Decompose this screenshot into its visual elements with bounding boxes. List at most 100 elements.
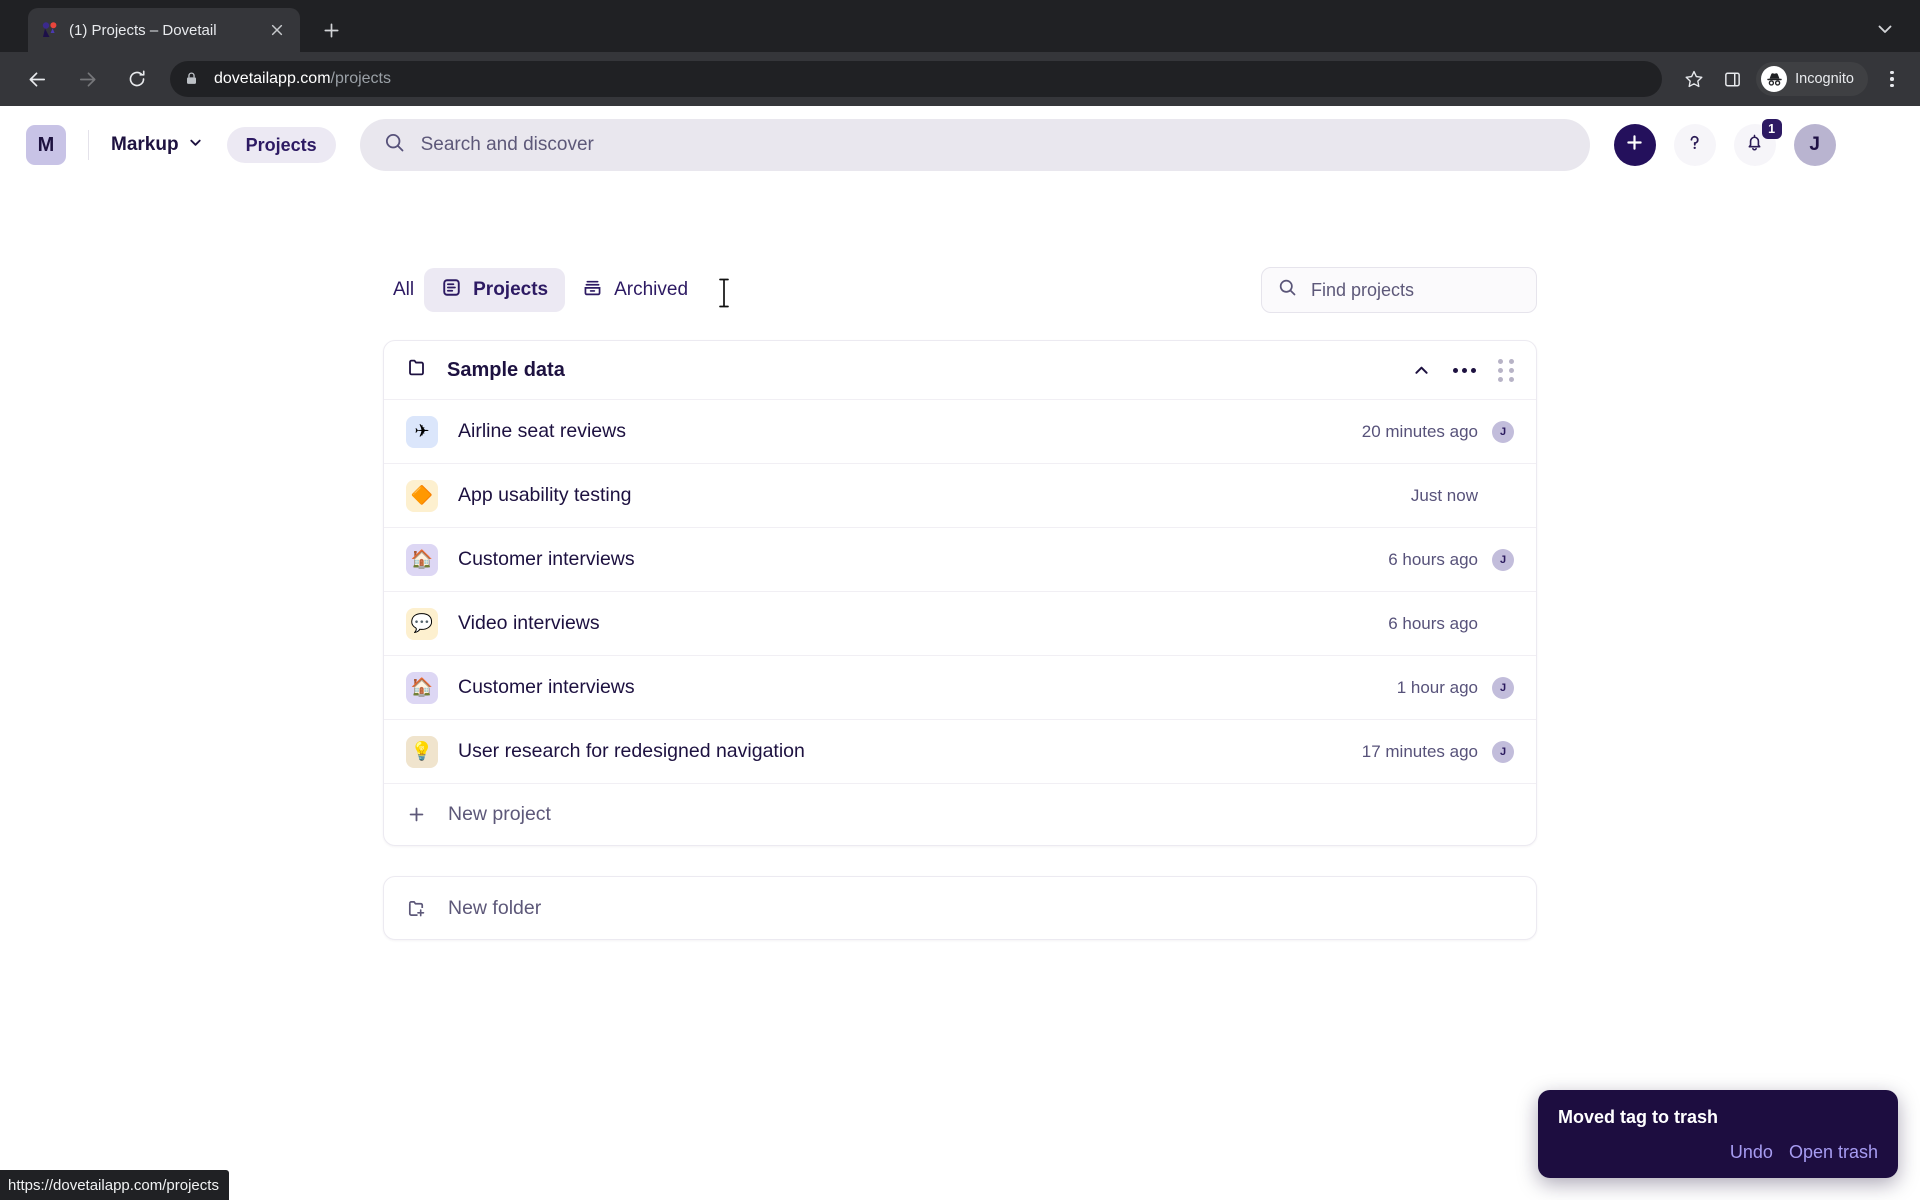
project-timestamp: 6 hours ago [1388,549,1478,569]
back-button[interactable] [20,62,54,96]
folder-plus-icon [406,898,428,919]
app-header: M Markup Projects Search and discover 1 … [0,106,1920,184]
side-panel-icon[interactable] [1716,63,1748,95]
page-viewport: M Markup Projects Search and discover 1 … [0,106,1920,1200]
create-button[interactable] [1613,124,1656,166]
tab-projects[interactable]: Projects [424,268,566,312]
project-name: Video interviews [458,612,600,634]
project-emoji-icon: ✈ [406,415,438,448]
project-list-icon [441,277,462,304]
project-name: App usability testing [458,484,632,506]
plus-icon [406,804,428,825]
header-divider [88,130,89,160]
new-project-button[interactable]: New project [384,783,1536,845]
toast-actions: Undo Open trash [1558,1142,1878,1163]
address-bar[interactable]: dovetailapp.com/projects [170,61,1663,97]
drag-grip-icon[interactable] [1498,358,1514,382]
archive-icon [582,277,603,304]
help-button[interactable] [1673,124,1716,166]
table-row[interactable]: 🏠 Customer interviews 1 hour ago J [384,655,1536,719]
star-icon[interactable] [1678,63,1710,95]
project-timestamp: 6 hours ago [1388,613,1478,633]
chevron-down-icon[interactable] [1872,16,1898,42]
find-projects-placeholder: Find projects [1311,279,1415,300]
dovetail-logo-icon [40,20,60,40]
tab-all-label: All [393,279,415,300]
find-projects-input[interactable]: Find projects [1261,267,1537,313]
question-mark-icon [1684,132,1705,158]
chevron-up-icon[interactable] [1412,361,1431,380]
address-bar-path: /projects [330,70,391,87]
project-owner-avatar: J [1492,548,1514,571]
browser-tab[interactable]: (1) Projects – Dovetail [28,8,300,52]
project-owner-avatar: J [1492,676,1514,699]
toast-undo-button[interactable]: Undo [1730,1142,1773,1163]
project-timestamp: 17 minutes ago [1361,741,1478,761]
chevron-down-icon [188,134,203,156]
forward-button[interactable] [70,62,104,96]
table-row[interactable]: ✈ Airline seat reviews 20 minutes ago J [384,399,1536,463]
browser-tab-strip: (1) Projects – Dovetail [0,0,1920,52]
project-name: Customer interviews [458,548,635,570]
new-project-label: New project [448,803,551,825]
avatar[interactable]: J [1793,124,1836,166]
table-row[interactable]: 🔶 App usability testing Just now [384,463,1536,527]
workspace-avatar[interactable]: M [26,125,66,165]
folder-card: Sample data ✈ Airline seat reviews 20 mi… [383,340,1537,846]
new-folder-button[interactable]: New folder [384,877,1536,939]
browser-toolbar: dovetailapp.com/projects Incognito [0,52,1920,106]
plus-icon [1624,132,1645,158]
table-row[interactable]: 🏠 Customer interviews 6 hours ago J [384,527,1536,591]
new-folder-card: New folder [383,876,1537,940]
new-tab-button[interactable] [314,13,348,47]
kebab-menu-icon[interactable] [1876,62,1908,96]
view-tabs: All Projects Archived Find projects [383,267,1537,313]
project-timestamp: Just now [1410,485,1478,505]
nav-projects-chip[interactable]: Projects [226,127,336,163]
folder-header[interactable]: Sample data [384,341,1536,399]
reload-button[interactable] [120,62,154,96]
project-emoji-icon: 🏠 [406,543,438,576]
folder-title: Sample data [447,358,565,381]
toast-title: Moved tag to trash [1558,1107,1719,1127]
lock-icon [184,71,201,88]
incognito-indicator[interactable]: Incognito [1756,62,1868,96]
search-icon [1278,278,1297,302]
project-name: Airline seat reviews [458,420,626,442]
tab-archived-label: Archived [614,279,689,300]
notifications-badge: 1 [1761,119,1782,139]
project-name: Customer interviews [458,676,635,698]
browser-window: (1) Projects – Dovetail dovetailapp.com/… [0,0,1920,1200]
table-row[interactable]: 💡 User research for redesigned navigatio… [384,719,1536,783]
project-emoji-icon: 💡 [406,735,438,768]
folder-actions [1412,358,1514,382]
mouse-cursor-ibeam [718,278,730,308]
tab-all[interactable]: All [383,268,424,312]
toast-open-trash-button[interactable]: Open trash [1789,1142,1878,1163]
project-name: User research for redesigned navigation [458,740,805,762]
incognito-icon [1761,66,1788,92]
project-emoji-icon: 🔶 [406,479,438,512]
workspace-switcher[interactable]: Markup [111,134,203,156]
project-timestamp: 1 hour ago [1396,677,1478,697]
tab-archived[interactable]: Archived [565,268,705,312]
browser-tab-title: (1) Projects – Dovetail [69,21,217,39]
close-icon[interactable] [266,19,288,41]
header-actions: 1 J [1613,119,1836,166]
folder-icon [406,357,428,383]
tab-projects-label: Projects [473,279,549,300]
main-content: All Projects Archived Find projects Samp… [0,184,1920,940]
project-owner-avatar: J [1492,420,1514,443]
address-bar-url: dovetailapp.com/projects [214,70,391,88]
incognito-label: Incognito [1795,71,1854,87]
global-search-placeholder: Search and discover [420,134,594,155]
table-row[interactable]: 💬 Video interviews 6 hours ago [384,591,1536,655]
new-folder-label: New folder [448,896,542,919]
global-search-input[interactable]: Search and discover [359,119,1590,171]
project-owner-avatar: J [1492,740,1514,763]
more-horizontal-icon[interactable] [1453,367,1476,373]
toast-notification: Moved tag to trash Undo Open trash [1538,1090,1898,1178]
workspace-name: Markup [111,134,179,155]
search-icon [384,132,406,158]
notifications-button[interactable]: 1 [1733,119,1782,166]
